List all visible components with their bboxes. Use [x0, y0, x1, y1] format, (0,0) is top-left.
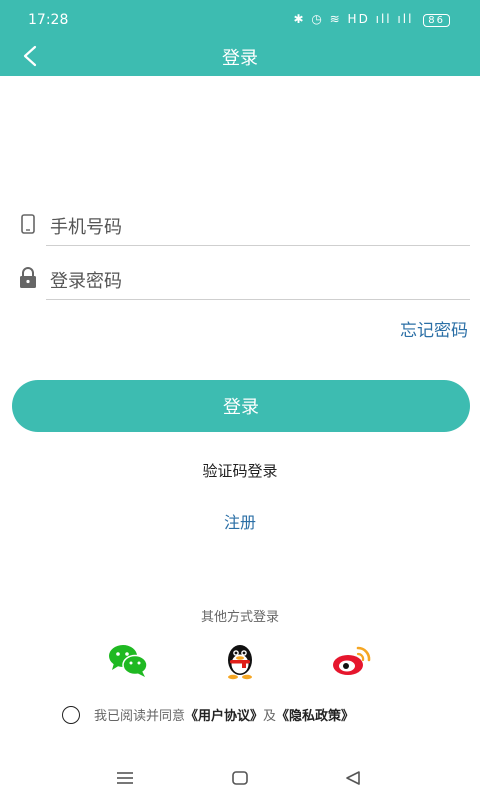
status-icons: ✱ ◷ ≋ HD ıll ıll 86	[294, 12, 450, 27]
battery-indicator: 86	[423, 14, 450, 27]
triangle-back-icon	[346, 771, 360, 785]
menu-icon	[117, 772, 133, 784]
other-login-label: 其他方式登录	[200, 610, 279, 625]
home-button[interactable]	[225, 766, 255, 790]
qq-icon	[228, 645, 252, 680]
agreement-checkbox[interactable]	[62, 705, 80, 724]
privacy-policy-link[interactable]: 《隐私政策》	[276, 705, 354, 724]
password-field	[18, 264, 470, 304]
qq-login-button[interactable]	[218, 640, 262, 680]
lock-icon	[20, 267, 36, 288]
page-title: 登录	[222, 48, 258, 69]
agreement-row: 我已阅读并同意 《用户协议》 及 《隐私政策》	[62, 705, 354, 724]
agreement-conjunction: 及	[263, 709, 277, 724]
user-agreement-link[interactable]: 《用户协议》	[185, 705, 263, 724]
login-button[interactable]: 登录	[12, 380, 470, 432]
weibo-icon	[333, 646, 371, 675]
status-bar: 17:28 ✱ ◷ ≋ HD ıll ıll 86	[0, 0, 480, 36]
forgot-password-link[interactable]: 忘记密码	[400, 316, 468, 341]
status-time: 17:28	[28, 12, 69, 28]
phone-icon	[21, 214, 35, 234]
wechat-login-button[interactable]	[106, 640, 150, 680]
phone-input[interactable]	[46, 210, 470, 246]
menu-button[interactable]	[110, 766, 140, 790]
password-input[interactable]	[46, 264, 470, 300]
status-indicators: ✱ ◷ ≋ HD ıll ıll	[293, 12, 414, 26]
sms-login-link[interactable]: 验证码登录	[0, 460, 480, 481]
wechat-icon	[109, 645, 148, 677]
back-nav-button[interactable]	[338, 766, 368, 790]
phone-field	[18, 210, 470, 250]
system-nav-bar	[0, 760, 480, 796]
nav-bar: 登录	[0, 36, 480, 76]
agreement-prefix: 我已阅读并同意	[94, 709, 186, 724]
weibo-login-button[interactable]	[330, 640, 374, 680]
home-square-icon	[232, 771, 248, 785]
register-link[interactable]: 注册	[0, 509, 480, 533]
